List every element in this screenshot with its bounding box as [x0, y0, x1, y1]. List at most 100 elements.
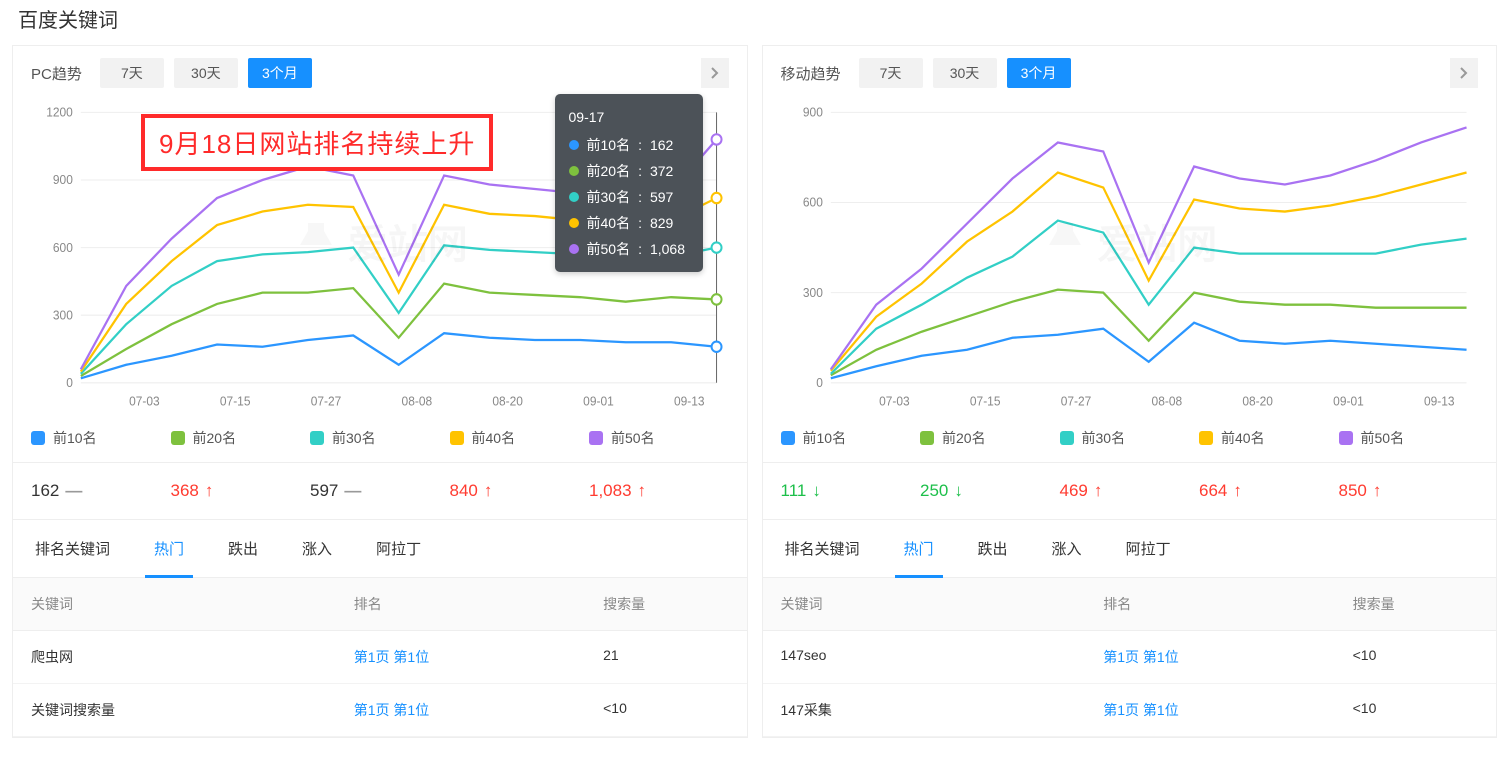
mobile-stats: 111↓ 250↓ 469↑ 664↑ 850↑	[763, 463, 1497, 520]
tab-ranking[interactable]: 排名关键词	[763, 520, 882, 577]
svg-text:08-08: 08-08	[1151, 394, 1182, 408]
trend-up-icon: ↑	[205, 481, 214, 501]
period-7d[interactable]: 7天	[859, 58, 923, 88]
rank-link[interactable]: 第1页 第1位	[1085, 684, 1334, 736]
trend-up-icon: ↑	[1233, 481, 1242, 501]
legend-item-10[interactable]: 前10名	[31, 428, 171, 448]
legend-item-50[interactable]: 前50名	[1339, 428, 1479, 448]
legend-item-20[interactable]: 前20名	[171, 428, 311, 448]
stat-value: 664	[1199, 481, 1227, 501]
svg-text:600: 600	[802, 195, 822, 209]
period-3m[interactable]: 3个月	[1007, 58, 1071, 88]
legend-item-20[interactable]: 前20名	[920, 428, 1060, 448]
tab-aladdin[interactable]: 阿拉丁	[354, 520, 443, 577]
trend-up-icon: ↑	[1373, 481, 1382, 501]
volume-cell: 21	[585, 631, 746, 683]
keyword-cell: 147采集	[763, 684, 1086, 736]
trend-up-icon: ↑	[638, 481, 647, 501]
table-row: 147seo 第1页 第1位 <10	[763, 631, 1497, 684]
tab-hot[interactable]: 热门	[132, 520, 206, 577]
volume-cell: <10	[585, 684, 746, 736]
mobile-panel: 移动趋势 7天 30天 3个月 爱站网 030060090007-0307-15…	[762, 45, 1498, 738]
trend-flat-icon: —	[344, 481, 361, 501]
svg-text:07-03: 07-03	[129, 394, 160, 408]
tab-ranking[interactable]: 排名关键词	[13, 520, 132, 577]
period-30d[interactable]: 30天	[174, 58, 238, 88]
table-row: 147采集 第1页 第1位 <10	[763, 684, 1497, 737]
tab-rise[interactable]: 涨入	[280, 520, 354, 577]
svg-text:07-27: 07-27	[311, 394, 342, 408]
table-row: 关键词搜索量 第1页 第1位 <10	[13, 684, 747, 737]
trend-flat-icon: —	[65, 481, 82, 501]
table-header: 关键词 排名 搜索量	[13, 578, 747, 631]
volume-cell: <10	[1335, 631, 1496, 683]
stat-value: 250	[920, 481, 948, 501]
svg-text:09-13: 09-13	[674, 394, 705, 408]
pc-stats: 162— 368↑ 597— 840↑ 1,083↑	[13, 463, 747, 520]
mobile-chart: 0 300 600 900 07-03 07-15 07-27 08-08 08-20 09-01…	[781, 102, 1479, 414]
rank-link[interactable]: 第1页 第1位	[1085, 631, 1334, 683]
svg-text:300: 300	[802, 286, 822, 300]
svg-text:07-15: 07-15	[220, 394, 251, 408]
mobile-next-icon[interactable]	[1450, 58, 1478, 88]
pc-panel: PC趋势 7天 30天 3个月 爱站网 0300600900120007-030…	[12, 45, 748, 738]
svg-text:300: 300	[53, 308, 73, 322]
svg-text:07-27: 07-27	[1060, 394, 1091, 408]
legend-item-30[interactable]: 前30名	[310, 428, 450, 448]
tab-drop[interactable]: 跌出	[206, 520, 280, 577]
svg-text:1200: 1200	[46, 105, 73, 119]
svg-text:08-20: 08-20	[1242, 394, 1273, 408]
keyword-cell: 爬虫网	[13, 631, 336, 683]
stat-value: 1,083	[589, 481, 632, 501]
chart-tooltip: 09-17 前10名: 162 前20名: 372 前30名: 597 前40名…	[555, 94, 703, 272]
trend-down-icon: ↓	[954, 481, 963, 501]
mobile-label: 移动趋势	[781, 63, 841, 84]
page-title: 百度关键词	[0, 0, 1509, 45]
svg-text:08-20: 08-20	[492, 394, 523, 408]
legend-item-30[interactable]: 前30名	[1060, 428, 1200, 448]
pc-label: PC趋势	[31, 63, 82, 84]
table-header: 关键词 排名 搜索量	[763, 578, 1497, 631]
stat-value: 111	[781, 481, 807, 501]
rank-link[interactable]: 第1页 第1位	[336, 684, 585, 736]
stat-value: 840	[450, 481, 478, 501]
svg-text:07-15: 07-15	[969, 394, 1000, 408]
trend-up-icon: ↑	[484, 481, 493, 501]
tab-drop[interactable]: 跌出	[956, 520, 1030, 577]
legend-item-50[interactable]: 前50名	[589, 428, 729, 448]
svg-text:09-13: 09-13	[1424, 394, 1455, 408]
svg-text:900: 900	[53, 173, 73, 187]
svg-text:08-08: 08-08	[402, 394, 433, 408]
svg-text:0: 0	[66, 376, 73, 390]
tab-aladdin[interactable]: 阿拉丁	[1104, 520, 1193, 577]
tab-rise[interactable]: 涨入	[1030, 520, 1104, 577]
pc-next-icon[interactable]	[701, 58, 729, 88]
tab-hot[interactable]: 热门	[882, 520, 956, 577]
volume-cell: <10	[1335, 684, 1496, 736]
table-row: 爬虫网 第1页 第1位 21	[13, 631, 747, 684]
mobile-legend: 前10名 前20名 前30名 前40名 前50名	[763, 414, 1497, 463]
svg-text:09-01: 09-01	[1333, 394, 1364, 408]
svg-text:900: 900	[802, 105, 822, 119]
period-3m[interactable]: 3个月	[248, 58, 312, 88]
stat-value: 850	[1339, 481, 1367, 501]
svg-text:600: 600	[53, 241, 73, 255]
trend-down-icon: ↓	[812, 481, 821, 501]
period-30d[interactable]: 30天	[933, 58, 997, 88]
period-7d[interactable]: 7天	[100, 58, 164, 88]
svg-text:0: 0	[816, 376, 823, 390]
legend-item-10[interactable]: 前10名	[781, 428, 921, 448]
annotation: 9月18日网站排名持续上升	[141, 114, 493, 171]
svg-text:07-03: 07-03	[879, 394, 910, 408]
rank-link[interactable]: 第1页 第1位	[336, 631, 585, 683]
stat-value: 469	[1060, 481, 1088, 501]
trend-up-icon: ↑	[1094, 481, 1103, 501]
pc-legend: 前10名 前20名 前30名 前40名 前50名	[13, 414, 747, 463]
svg-text:09-01: 09-01	[583, 394, 614, 408]
keyword-cell: 147seo	[763, 631, 1086, 683]
keyword-cell: 关键词搜索量	[13, 684, 336, 736]
stat-value: 162	[31, 481, 59, 501]
stat-value: 368	[171, 481, 199, 501]
legend-item-40[interactable]: 前40名	[1199, 428, 1339, 448]
legend-item-40[interactable]: 前40名	[450, 428, 590, 448]
